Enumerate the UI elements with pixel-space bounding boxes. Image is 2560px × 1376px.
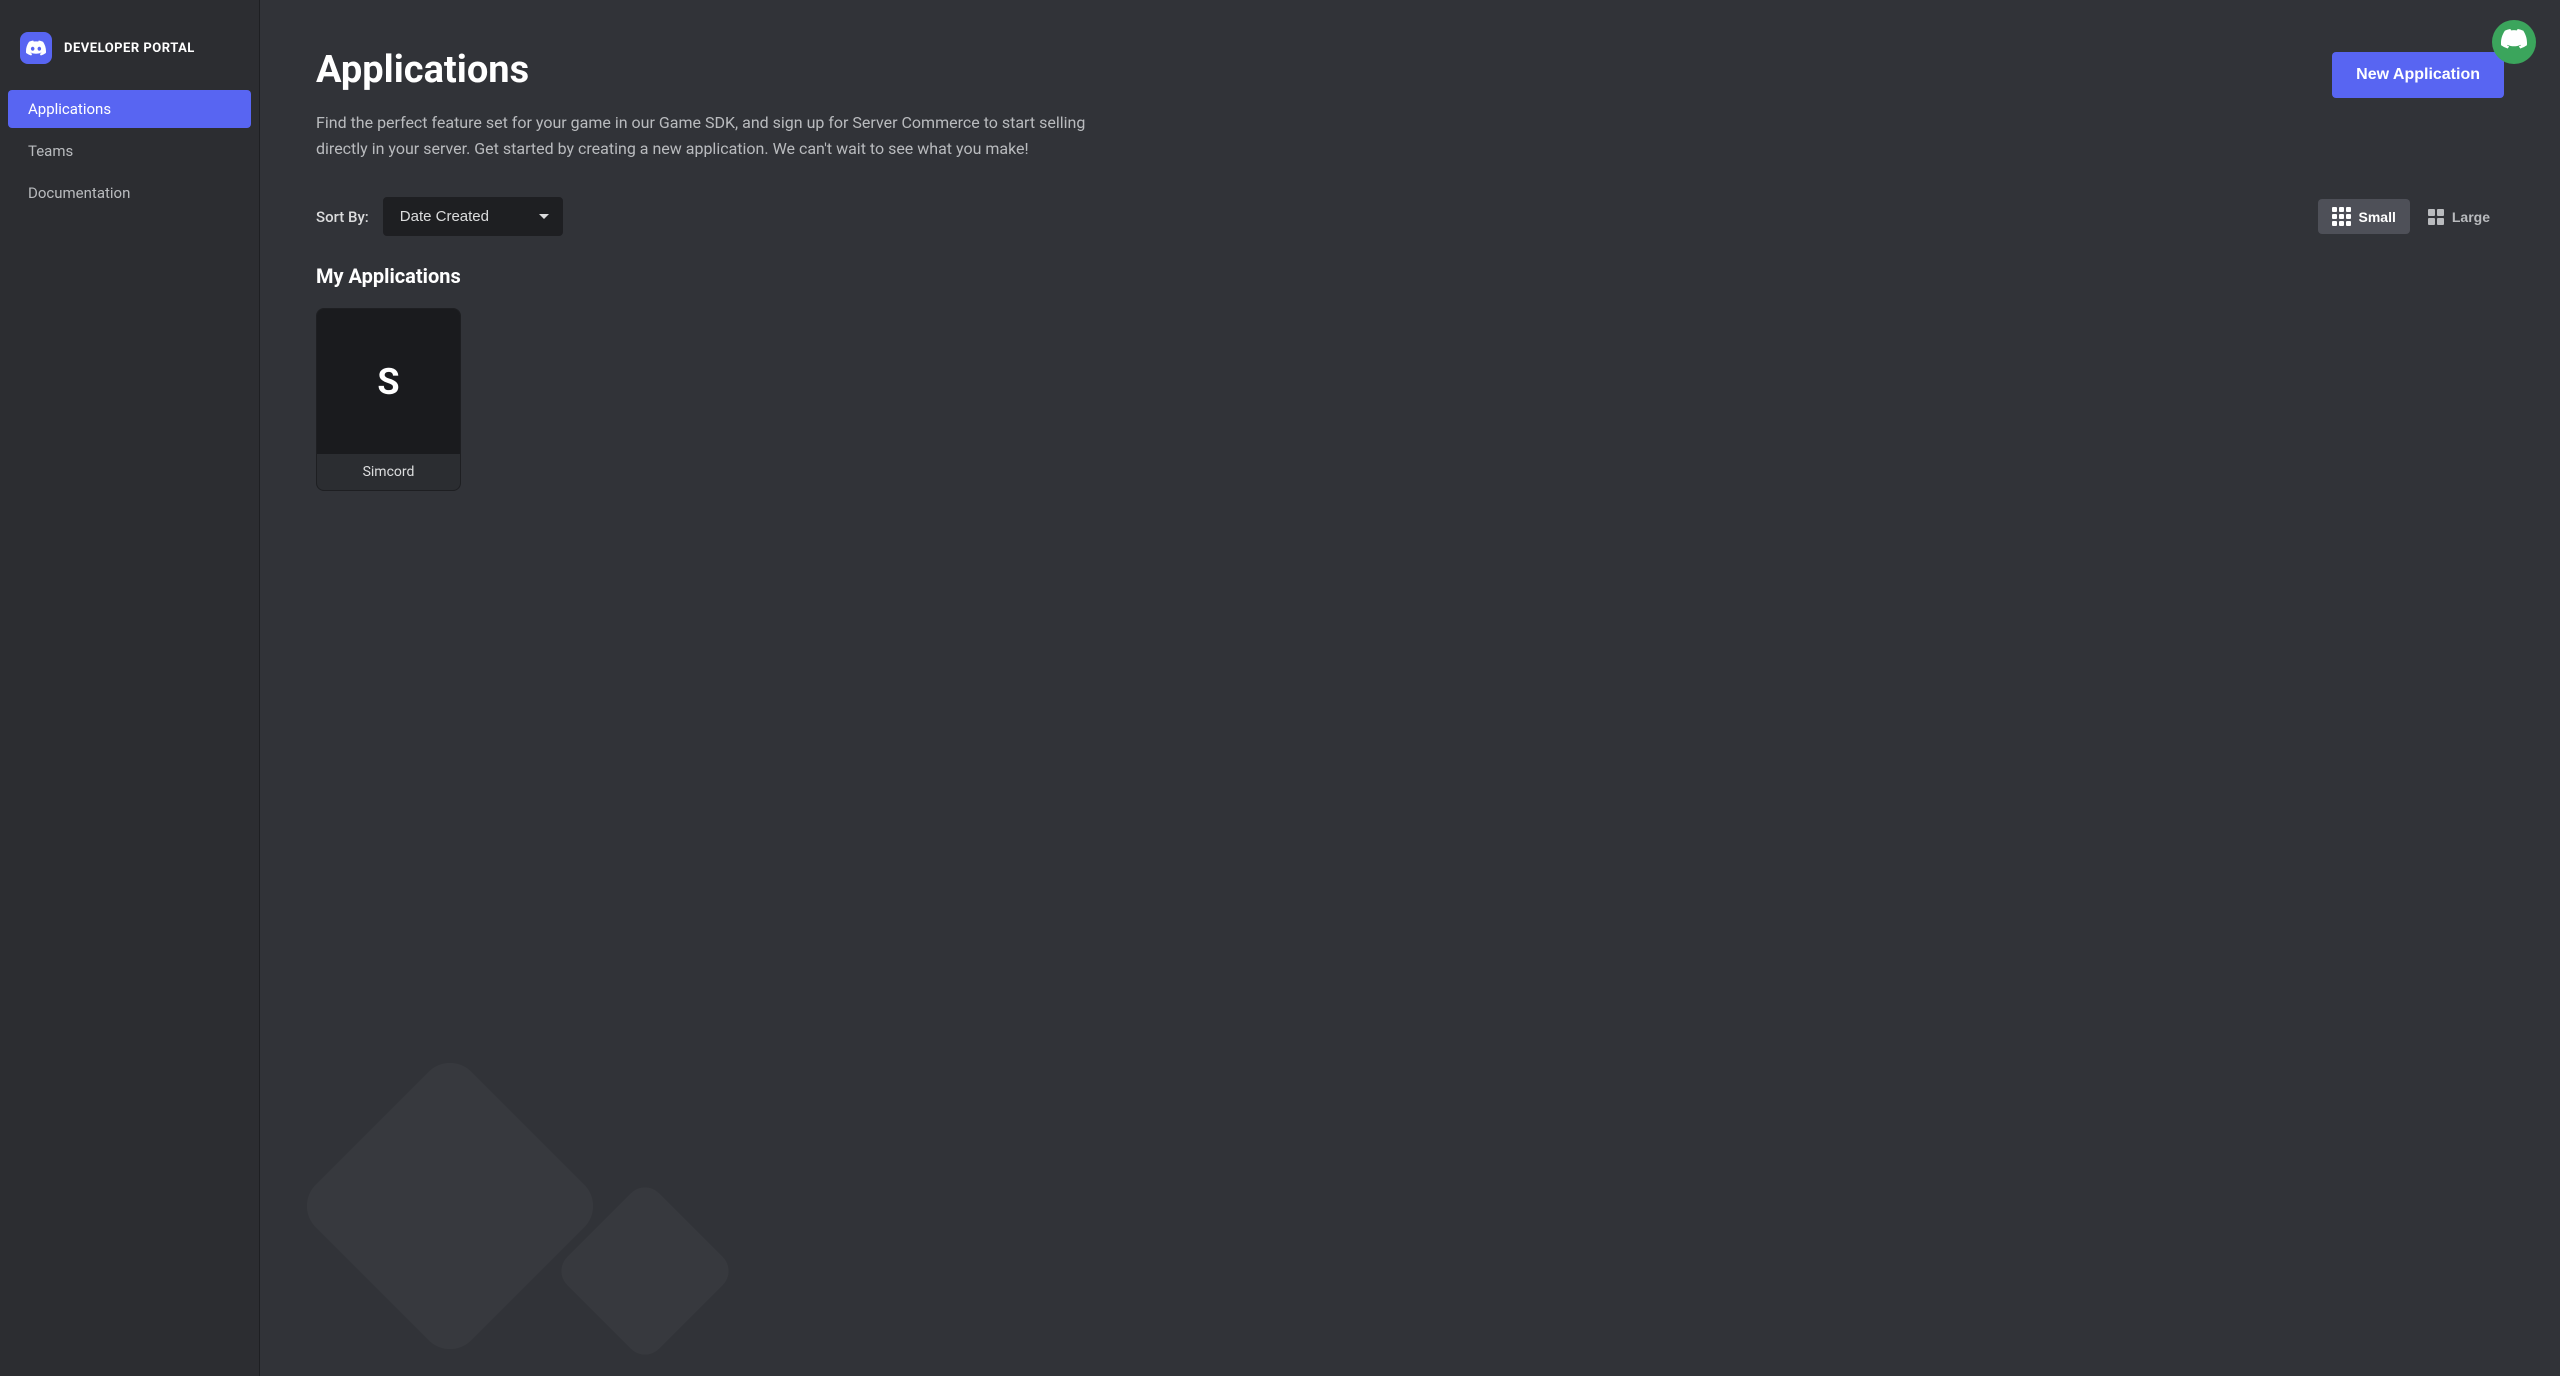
sort-select[interactable]: Date Created Name [383,197,563,236]
view-small-button[interactable]: Small [2318,199,2410,234]
sidebar: DEVELOPER PORTAL Applications Teams Docu… [0,0,260,1376]
view-toggle-group: Small Large [2318,199,2504,234]
portal-title: DEVELOPER PORTAL [64,41,195,56]
applications-grid: S Simcord [316,308,2504,491]
view-large-label: Large [2452,209,2490,225]
small-grid-icon [2332,207,2351,226]
view-large-button[interactable]: Large [2414,201,2504,233]
sidebar-header: DEVELOPER PORTAL [0,20,259,88]
view-small-label: Small [2359,209,2396,225]
app-card-image: S [317,309,460,454]
sidebar-item-teams[interactable]: Teams [8,132,251,170]
page-title: Applications [316,48,529,94]
large-grid-icon [2428,209,2444,225]
discord-logo-icon [20,32,52,64]
my-applications-title: My Applications [316,264,2504,288]
app-card-name: Simcord [317,454,460,490]
top-bar: Applications New Application [316,48,2504,98]
sort-label: Sort By: [316,208,369,226]
app-card-simcord[interactable]: S Simcord [316,308,461,491]
sort-by-group: Sort By: Date Created Name [316,197,563,236]
app-card-initial: S [377,361,399,403]
sidebar-item-documentation[interactable]: Documentation [8,174,251,212]
user-avatar[interactable] [2492,20,2536,64]
page-description: Find the perfect feature set for your ga… [316,110,1136,161]
main-content: Applications New Application Find the pe… [260,0,2560,1376]
controls-bar: Sort By: Date Created Name [316,197,2504,236]
sidebar-item-applications[interactable]: Applications [8,90,251,128]
new-application-button[interactable]: New Application [2332,52,2504,98]
